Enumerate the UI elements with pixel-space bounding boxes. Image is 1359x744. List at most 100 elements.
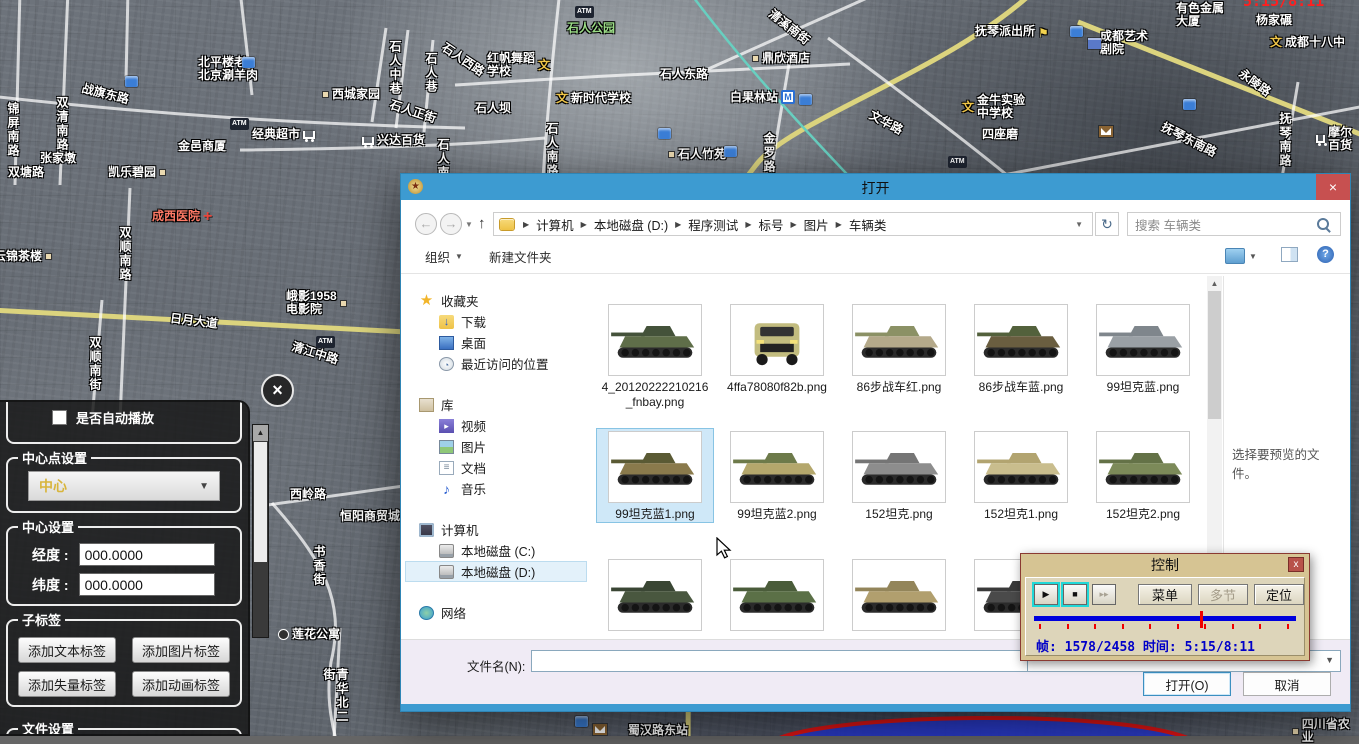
map-label-text: 抚琴派出所 bbox=[975, 25, 1035, 38]
sidebar-item[interactable]: ♪音乐 bbox=[405, 478, 587, 499]
breadcrumb-item[interactable]: 本地磁盘 (D:) bbox=[594, 215, 668, 234]
sidebar-item[interactable]: ◔最近访问的位置 bbox=[405, 353, 587, 374]
tank-image bbox=[976, 439, 1066, 495]
add-vector-label-button[interactable]: 添加失量标签 bbox=[18, 671, 116, 697]
address-bar: ← → ▼ ↑ ▶计算机▶本地磁盘 (D:)▶程序测试▶标号▶图片▶车辆类 ▼ … bbox=[401, 210, 1350, 238]
breadcrumb-item[interactable]: 计算机 bbox=[536, 215, 574, 234]
latitude-input[interactable] bbox=[79, 573, 215, 596]
add-animation-label-button[interactable]: 添加动画标签 bbox=[132, 671, 230, 697]
sidebar-item[interactable]: 网络 bbox=[405, 602, 587, 623]
dialog-titlebar[interactable]: ★ 打开 × bbox=[401, 174, 1350, 200]
breadcrumb-item[interactable]: 图片 bbox=[804, 215, 829, 234]
bus-icon bbox=[1070, 26, 1083, 37]
panel-scroll-thumb[interactable] bbox=[254, 442, 267, 562]
cancel-button[interactable]: 取消 bbox=[1243, 672, 1331, 696]
school-icon: 文 bbox=[556, 92, 568, 105]
map-label-text: 石人南路 bbox=[545, 122, 558, 178]
mail-icon bbox=[1099, 124, 1113, 142]
views-chevron-icon[interactable]: ▼ bbox=[1249, 252, 1257, 261]
map-label-text: 峨影1958 电影院 bbox=[286, 290, 337, 316]
add-image-label-button[interactable]: 添加图片标签 bbox=[132, 637, 230, 663]
address-chevron-icon[interactable]: ▼ bbox=[1075, 220, 1092, 229]
views-icon[interactable] bbox=[1225, 248, 1245, 264]
file-item[interactable]: 152坦克1.png bbox=[963, 429, 1079, 522]
search-input[interactable] bbox=[1128, 217, 1317, 231]
autoplay-checkbox[interactable] bbox=[52, 410, 67, 425]
panel-close-button[interactable]: × bbox=[261, 374, 294, 407]
menu-button[interactable]: 菜单 bbox=[1138, 584, 1192, 605]
map-label: 四川省农业 bbox=[1292, 718, 1359, 744]
map-label-text: 蜀汉路东站 bbox=[628, 724, 688, 737]
fast-forward-button[interactable]: ▸▸ bbox=[1092, 584, 1116, 605]
sidebar-item[interactable]: ▸视频 bbox=[405, 415, 587, 436]
file-item[interactable]: 86步战车红.png bbox=[841, 302, 957, 395]
locate-button[interactable]: 定位 bbox=[1254, 584, 1304, 605]
control-close-button[interactable]: x bbox=[1288, 557, 1304, 572]
scroll-up-icon[interactable]: ▲ bbox=[1207, 276, 1222, 291]
breadcrumb-item[interactable]: 标号 bbox=[758, 215, 783, 234]
sidebar-item[interactable]: 本地磁盘 (D:) bbox=[405, 561, 587, 582]
multi-section-button[interactable]: 多节 bbox=[1198, 584, 1248, 605]
panel-scrollbar[interactable]: ▲ bbox=[252, 424, 269, 638]
help-icon[interactable]: ? bbox=[1317, 246, 1334, 263]
center-settings-title: 中心设置 bbox=[18, 517, 78, 536]
sidebar-item[interactable]: 桌面 bbox=[405, 332, 587, 353]
file-item[interactable]: 4_20120222210216_fnbay.png bbox=[597, 302, 713, 410]
scroll-up-icon[interactable]: ▲ bbox=[253, 425, 268, 441]
slider-tick bbox=[1149, 624, 1151, 629]
sidebar-item[interactable]: ≡文档 bbox=[405, 457, 587, 478]
sidebar-item[interactable]: ↓下载 bbox=[405, 311, 587, 332]
file-name: 86步战车红.png bbox=[841, 380, 957, 395]
filename-input[interactable] bbox=[531, 650, 1029, 672]
file-item[interactable] bbox=[719, 557, 835, 635]
file-item[interactable]: 99坦克蓝1.png bbox=[597, 429, 713, 522]
map-label: 石人竹苑 bbox=[668, 148, 726, 161]
scroll-thumb[interactable] bbox=[1208, 291, 1221, 419]
sidebar-item[interactable]: 库 bbox=[405, 394, 587, 415]
chevron-down-icon: ▼ bbox=[455, 252, 463, 261]
history-chevron-icon[interactable]: ▼ bbox=[465, 220, 473, 229]
sidebar-item[interactable]: 本地磁盘 (C:) bbox=[405, 540, 587, 561]
file-item[interactable]: 99坦克蓝2.png bbox=[719, 429, 835, 522]
sidebar-item[interactable]: 图片 bbox=[405, 436, 587, 457]
breadcrumb[interactable]: ▶计算机▶本地磁盘 (D:)▶程序测试▶标号▶图片▶车辆类 ▼ bbox=[493, 212, 1093, 236]
file-item[interactable]: 99坦克蓝.png bbox=[1085, 302, 1201, 395]
sidebar-item[interactable]: ★收藏夹 bbox=[405, 290, 587, 311]
stop-button[interactable]: ■ bbox=[1063, 584, 1087, 605]
disk-icon bbox=[439, 544, 454, 558]
picture-icon bbox=[439, 440, 454, 454]
breadcrumb-item[interactable]: 车辆类 bbox=[849, 215, 887, 234]
breadcrumb-item[interactable]: 程序测试 bbox=[688, 215, 738, 234]
file-item[interactable]: 4ffa78080f82b.png bbox=[719, 302, 835, 395]
dialog-close-button[interactable]: × bbox=[1316, 174, 1350, 200]
map-label-text: 石人坝 bbox=[475, 102, 511, 115]
vehicle-image bbox=[732, 312, 822, 368]
preview-pane-icon[interactable] bbox=[1281, 247, 1298, 262]
file-item[interactable] bbox=[597, 557, 713, 635]
file-item[interactable]: 86步战车蓝.png bbox=[963, 302, 1079, 395]
file-item[interactable]: 152坦克2.png bbox=[1085, 429, 1201, 522]
sidebar-item[interactable]: 计算机 bbox=[405, 519, 587, 540]
open-button[interactable]: 打开(O) bbox=[1143, 672, 1231, 696]
back-button[interactable]: ← bbox=[415, 213, 437, 235]
longitude-input[interactable] bbox=[79, 543, 215, 566]
play-button[interactable]: ▶ bbox=[1034, 584, 1058, 605]
slider-position-indicator[interactable] bbox=[1200, 611, 1203, 628]
file-item[interactable] bbox=[841, 557, 957, 635]
slider-track[interactable] bbox=[1034, 616, 1296, 621]
file-thumbnail bbox=[608, 304, 702, 376]
map-label-text: 四座磨 bbox=[982, 128, 1018, 141]
dialog-title: 打开 bbox=[401, 178, 1350, 198]
playback-slider[interactable] bbox=[1034, 614, 1296, 632]
add-text-label-button[interactable]: 添加文本标签 bbox=[18, 637, 116, 663]
control-titlebar[interactable]: 控制 x bbox=[1021, 554, 1309, 576]
map-label-text: 鼎欣酒店 bbox=[762, 52, 810, 65]
file-item[interactable]: 152坦克.png bbox=[841, 429, 957, 522]
up-button[interactable]: ↑ bbox=[478, 215, 486, 232]
map-label: 双清南路 bbox=[55, 96, 68, 152]
new-folder-button[interactable]: 新建文件夹 bbox=[489, 247, 552, 266]
center-point-select[interactable]: 中心 ▼ bbox=[28, 471, 220, 501]
organize-menu[interactable]: 组织 ▼ bbox=[425, 247, 463, 266]
refresh-button[interactable]: ↻ bbox=[1095, 212, 1119, 236]
forward-button[interactable]: → bbox=[440, 213, 462, 235]
